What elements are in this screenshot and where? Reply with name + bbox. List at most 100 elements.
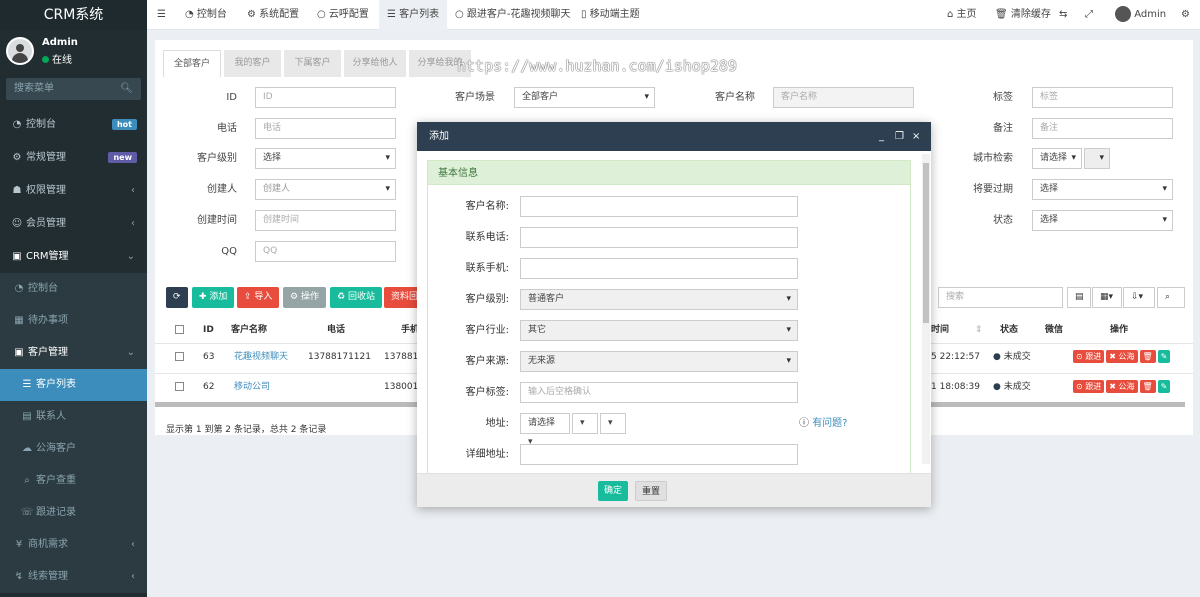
row-checkbox[interactable] bbox=[175, 342, 184, 372]
delete-icon[interactable]: 🗑︎ bbox=[1139, 380, 1156, 393]
columns-icon[interactable]: ▦▾ bbox=[1092, 287, 1122, 308]
expire-select[interactable]: 选择 bbox=[1032, 179, 1173, 200]
refresh-button[interactable]: ⟳ bbox=[166, 287, 188, 308]
row-name-link[interactable]: 移动公司 bbox=[234, 372, 270, 402]
customer-name-input[interactable] bbox=[520, 196, 798, 217]
tab-dashboard[interactable]: ◔ 控制台 bbox=[185, 0, 227, 30]
operations-button[interactable]: ⚙ 操作 bbox=[283, 287, 326, 308]
menu-toggle-icon[interactable]: ☰ bbox=[157, 0, 166, 30]
city-sub-select[interactable] bbox=[1084, 148, 1110, 169]
sidebar-item-dashboard[interactable]: ◔ 控制台 hot bbox=[0, 108, 147, 141]
close-icon[interactable]: × bbox=[912, 122, 920, 151]
row-phone: 13788171121 bbox=[308, 352, 371, 362]
province-select[interactable]: 请选择 ▾ bbox=[520, 413, 570, 447]
menu-search-input[interactable]: 搜索菜单 🔍︎ bbox=[6, 78, 141, 100]
sidebar-item-crm-dashboard[interactable]: ◔ 控制台 bbox=[0, 273, 147, 305]
tab-system-config[interactable]: ⚙ 系统配置 bbox=[247, 0, 299, 30]
col-id[interactable]: ID bbox=[203, 317, 214, 343]
sidebar-item-leads[interactable]: ↯ 线索管理 ‹ bbox=[0, 561, 147, 593]
tab-shared-out[interactable]: 分享给他人 bbox=[344, 50, 406, 77]
tab-sub-customers[interactable]: 下属客户 bbox=[284, 50, 341, 77]
row-checkbox[interactable] bbox=[175, 372, 184, 402]
tags-input[interactable]: 输入后空格确认 bbox=[520, 382, 798, 403]
tab-all-customers[interactable]: 全部客户 bbox=[163, 50, 221, 77]
customer-name-input[interactable]: 客户名称 bbox=[773, 87, 914, 108]
tag-filter-input[interactable]: 标签 bbox=[1032, 87, 1173, 108]
maximize-icon[interactable]: ❐ bbox=[895, 122, 904, 151]
sidebar-item-customer-mgmt[interactable]: ▣ 客户管理 ⌄ bbox=[0, 337, 147, 369]
remark-filter-input[interactable]: 备注 bbox=[1032, 118, 1173, 139]
tab-customer-list[interactable]: ☰ 客户列表 bbox=[379, 0, 448, 30]
level-select[interactable]: 普通客户 bbox=[520, 289, 798, 310]
row-name-link[interactable]: 花趣视频聊天 bbox=[234, 342, 288, 372]
tab-mobile-theme[interactable]: ▯ 移动端主题 bbox=[581, 0, 640, 30]
phone-filter-input[interactable]: 电话 bbox=[255, 118, 396, 139]
dialog-scrollbar[interactable] bbox=[922, 154, 930, 464]
industry-select[interactable]: 其它 bbox=[520, 320, 798, 341]
sidebar-item-public-customers[interactable]: ☁ 公海客户 bbox=[0, 433, 147, 465]
col-status[interactable]: 状态 bbox=[1000, 317, 1018, 343]
confirm-button[interactable]: 确定 bbox=[598, 481, 629, 501]
sidebar-item-crm[interactable]: ▣ CRM管理 ⌄ bbox=[0, 240, 147, 273]
tab-cloud-call[interactable]: ○ 云呼配置 bbox=[317, 0, 369, 30]
city-select[interactable]: 请选择 bbox=[1032, 148, 1082, 169]
public-sea-button[interactable]: ✖ 公海 bbox=[1106, 380, 1138, 393]
sidebar-item-customer-list[interactable]: ☰ 客户列表 bbox=[0, 369, 147, 401]
qq-filter-input[interactable]: QQ bbox=[255, 241, 396, 262]
table-search-input[interactable]: 搜索 bbox=[938, 287, 1063, 308]
sidebar-item-general[interactable]: ⚙ 常规管理 new bbox=[0, 141, 147, 174]
home-link[interactable]: ⌂ 主页 bbox=[947, 0, 977, 30]
sidebar-item-auth[interactable]: ☗ 权限管理 ‹ bbox=[0, 174, 147, 207]
tab-follow-customer[interactable]: ○ 跟进客户-花趣视频聊天 bbox=[455, 0, 571, 30]
col-name[interactable]: 客户名称 bbox=[231, 317, 267, 343]
follow-button[interactable]: ⊙ 跟进 bbox=[1073, 380, 1105, 393]
created-time-input[interactable]: 创建时间 bbox=[255, 210, 396, 231]
sidebar-item-todo[interactable]: ▦ 待办事项 bbox=[0, 305, 147, 337]
edit-icon[interactable]: ✎ bbox=[1157, 350, 1171, 363]
sidebar-item-follow-records[interactable]: ☏ 跟进记录 bbox=[0, 497, 147, 529]
city-select[interactable]: ▾ bbox=[572, 413, 598, 434]
id-filter-input[interactable]: ID bbox=[255, 87, 396, 108]
row-time: 5 22:12:57 bbox=[931, 352, 981, 362]
sidebar-item-member[interactable]: ☺ 会员管理 ‹ bbox=[0, 207, 147, 240]
public-sea-button[interactable]: ✖ 公海 bbox=[1106, 350, 1138, 363]
sort-icon[interactable]: ⇕ bbox=[975, 317, 983, 343]
row-id: 62 bbox=[203, 382, 215, 392]
clear-cache-button[interactable]: 🗑︎ 清除缓存 bbox=[995, 0, 1051, 30]
export-icon[interactable]: ⇩▾ bbox=[1123, 287, 1155, 308]
district-select[interactable]: ▾ bbox=[600, 413, 626, 434]
recycle-bin-button[interactable]: ♻ 回收站 bbox=[330, 287, 382, 308]
sidebar-item-dedupe[interactable]: ⌕ 客户查重 bbox=[0, 465, 147, 497]
detail-address-input[interactable] bbox=[520, 444, 798, 465]
search-icon[interactable]: 🔍︎ bbox=[120, 78, 133, 100]
admin-menu[interactable]: Admin bbox=[1115, 0, 1166, 30]
tab-my-customers[interactable]: 我的客户 bbox=[224, 50, 281, 77]
reset-button[interactable]: 重置 bbox=[635, 481, 668, 501]
creator-select[interactable]: 创建人 bbox=[255, 179, 396, 200]
edit-icon[interactable]: ✎ bbox=[1157, 380, 1171, 393]
follow-button[interactable]: ⊙ 跟进 bbox=[1073, 350, 1105, 363]
help-link[interactable]: ⓘ 有问题? bbox=[799, 413, 848, 434]
sidebar-item-opportunities[interactable]: ¥ 商机需求 ‹ bbox=[0, 529, 147, 561]
level-select[interactable]: 选择 bbox=[255, 148, 396, 169]
search-icon[interactable]: ⌕ bbox=[1157, 287, 1185, 308]
fullscreen-icon[interactable]: ⤢ bbox=[1085, 0, 1093, 30]
delete-icon[interactable]: 🗑︎ bbox=[1139, 350, 1156, 363]
add-button[interactable]: ✚ 添加 bbox=[192, 287, 235, 308]
view-toggle-icon[interactable]: ▤ bbox=[1067, 287, 1091, 308]
col-phone[interactable]: 电话 bbox=[327, 317, 345, 343]
language-icon[interactable]: ⇆ bbox=[1059, 0, 1067, 30]
col-time[interactable]: 时间 bbox=[931, 317, 949, 343]
import-button[interactable]: ⇪ 导入 bbox=[237, 287, 280, 308]
select-all-checkbox[interactable] bbox=[175, 317, 184, 343]
tel-input[interactable] bbox=[520, 227, 798, 248]
col-wechat[interactable]: 微信 bbox=[1045, 317, 1063, 343]
app-title[interactable]: CRM系统 bbox=[0, 0, 147, 30]
scene-select[interactable]: 全部客户 bbox=[514, 87, 655, 108]
settings-gear-icon[interactable]: ⚙ bbox=[1181, 0, 1190, 30]
minimize-icon[interactable]: _ bbox=[879, 122, 884, 151]
mobile-input[interactable] bbox=[520, 258, 798, 279]
sidebar-item-contacts[interactable]: ▤ 联系人 bbox=[0, 401, 147, 433]
source-select[interactable]: 无来源 bbox=[520, 351, 798, 372]
status-select[interactable]: 选择 bbox=[1032, 210, 1173, 231]
